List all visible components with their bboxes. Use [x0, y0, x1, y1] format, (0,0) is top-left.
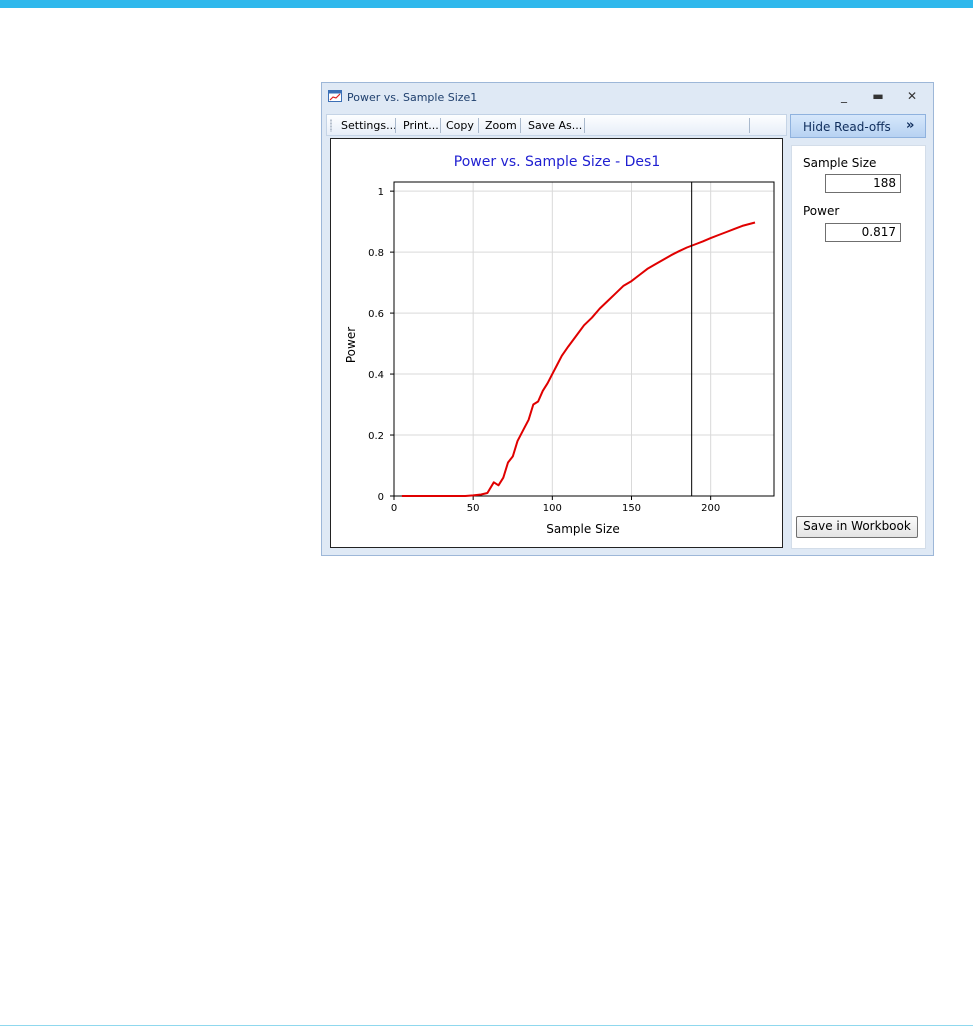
page-top-bar	[0, 0, 973, 8]
power-input[interactable]: 0.817	[825, 223, 901, 242]
x-tick-label: 200	[701, 503, 720, 514]
y-tick-label: 1	[378, 187, 384, 198]
maximize-icon[interactable]: ▬	[868, 87, 888, 105]
window-title: Power vs. Sample Size1	[347, 91, 478, 104]
x-tick-label: 0	[391, 503, 397, 514]
readoff-panel: Sample Size 188 Power 0.817 Save in Work…	[791, 145, 926, 549]
save-in-workbook-button[interactable]: Save in Workbook	[796, 516, 918, 538]
hide-readoffs-button[interactable]: Hide Read-offs »	[790, 114, 926, 138]
toolbar-separator	[478, 118, 479, 133]
window-titlebar[interactable]: Power vs. Sample Size1 _ ▬ ✕	[322, 83, 933, 111]
toolbar-separator	[584, 118, 585, 133]
power-curve-line	[401, 221, 756, 497]
y-tick-label: 0	[378, 492, 384, 503]
toolbar-separator	[440, 118, 441, 133]
x-axis-label: Sample Size	[546, 522, 619, 536]
zoom-button[interactable]: Zoom	[485, 119, 517, 132]
toolbar-separator	[395, 118, 396, 133]
chart-app-icon	[328, 90, 342, 102]
toolbar-grip-icon[interactable]	[330, 119, 332, 132]
x-tick-label: 50	[467, 503, 480, 514]
toolbar-separator	[749, 118, 750, 133]
chevron-right-icon: »	[906, 118, 915, 133]
chart-title: Power vs. Sample Size - Des1	[454, 154, 661, 170]
power-chart: Power vs. Sample Size - Des1 Sample Size…	[344, 154, 775, 536]
sample-size-input[interactable]: 188	[825, 174, 901, 193]
chart-area[interactable]: Power vs. Sample Size - Des1 Sample Size…	[330, 138, 783, 548]
y-tick-label: 0.4	[368, 370, 384, 381]
y-tick-label: 0.8	[368, 248, 384, 259]
chart-toolbar: Settings... Print... Copy Zoom Save As..…	[326, 114, 787, 136]
copy-button[interactable]: Copy	[446, 119, 474, 132]
toolbar-separator	[520, 118, 521, 133]
y-tick-label: 0.6	[368, 309, 384, 320]
y-tick-label: 0.2	[368, 431, 384, 442]
close-icon[interactable]: ✕	[902, 87, 922, 105]
plot-border	[393, 181, 775, 497]
page-bottom-line	[0, 1025, 973, 1026]
power-label: Power	[803, 204, 840, 218]
x-tick-label: 100	[543, 503, 562, 514]
x-tick-label: 150	[622, 503, 641, 514]
print-button[interactable]: Print...	[403, 119, 439, 132]
hide-readoffs-label: Hide Read-offs	[803, 120, 891, 134]
minimize-icon[interactable]: _	[834, 87, 854, 105]
sample-size-label: Sample Size	[803, 156, 877, 170]
chart-window: Power vs. Sample Size1 _ ▬ ✕ Settings...…	[321, 82, 934, 556]
y-axis-label: Power	[344, 327, 358, 363]
settings-button[interactable]: Settings...	[341, 119, 397, 132]
save-as-button[interactable]: Save As...	[528, 119, 582, 132]
